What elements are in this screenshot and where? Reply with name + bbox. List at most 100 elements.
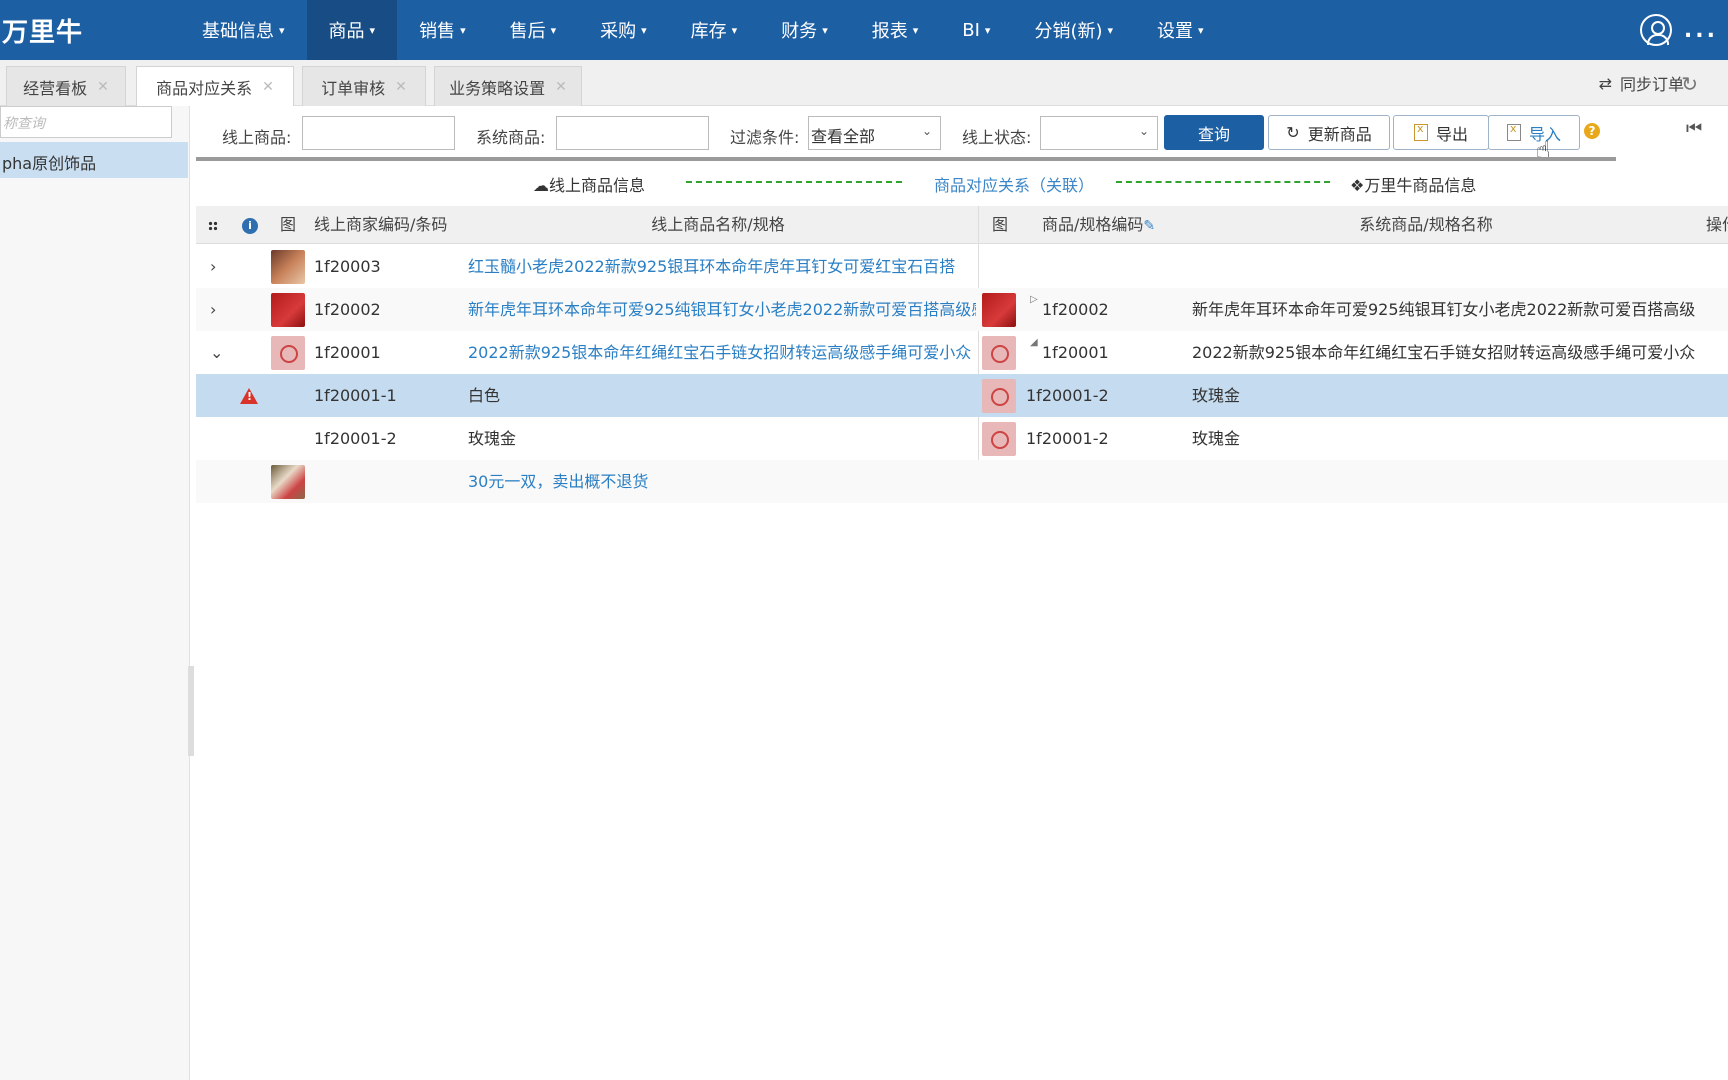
sync-orders-button[interactable]: ⇄ 同步订单 bbox=[1599, 60, 1684, 106]
filter-select[interactable]: 查看全部 ⌄ bbox=[808, 116, 941, 150]
app-logo: 万里牛 bbox=[2, 17, 84, 48]
close-icon[interactable]: ✕ bbox=[395, 79, 407, 95]
tab-business-strategy[interactable]: 业务策略设置 ✕ bbox=[434, 66, 582, 106]
loading-bar bbox=[196, 157, 1616, 161]
col-image-2: 图 bbox=[992, 215, 1009, 234]
shop-search-input[interactable]: 称查询 bbox=[0, 106, 172, 138]
system-name-cell: 玫瑰金 bbox=[1192, 386, 1241, 405]
chevron-down-icon: ⌄ bbox=[1138, 124, 1149, 138]
chevron-down-icon: ▾ bbox=[279, 23, 285, 37]
table-row[interactable]: ⌄ 1f20001 2022新款925银本命年红绳红宝石手链女招财转运高级感手绳… bbox=[196, 331, 1728, 374]
triangle-right-icon: ▷ bbox=[1030, 294, 1038, 305]
online-product-input[interactable] bbox=[302, 116, 455, 150]
system-product-input[interactable] bbox=[556, 116, 709, 150]
table-row[interactable]: › 1f20002 新年虎年耳环本命年可爱925纯银耳钉女小老虎2022新款可爱… bbox=[196, 288, 1728, 331]
refresh-icon: ↻ bbox=[1286, 123, 1300, 142]
chevron-down-icon: ⌄ bbox=[921, 124, 932, 138]
online-status-label: 线上状态: bbox=[962, 128, 1032, 147]
table-row[interactable]: › 1f20003 红玉髓小老虎2022新款925银耳环本命年虎年耳钉女可爱红宝… bbox=[196, 245, 1728, 288]
excel-file-icon bbox=[1413, 122, 1428, 141]
grid-header: i 图 线上商家编码/条码 线上商品名称/规格 图 商品/规格编码✎ 系统商品/… bbox=[196, 206, 1728, 244]
user-avatar-icon[interactable] bbox=[1639, 14, 1672, 46]
tab-order-review[interactable]: 订单审核 ✕ bbox=[302, 66, 426, 106]
col-operation: 操作 bbox=[1706, 215, 1728, 234]
edit-pencil-icon[interactable]: ✎ bbox=[1143, 218, 1155, 234]
query-button[interactable]: 查询 bbox=[1164, 115, 1264, 150]
col-system-name[interactable]: 系统商品/规格名称 bbox=[1186, 206, 1666, 244]
chevron-down-icon: ▾ bbox=[550, 23, 557, 37]
nav-finance[interactable]: 财务 ▾ bbox=[759, 0, 850, 60]
close-icon[interactable]: ✕ bbox=[97, 79, 109, 95]
table-row-selected[interactable]: ! 1f20001-1 白色 1f20001-2 玫瑰金 bbox=[196, 374, 1728, 417]
online-name-link[interactable]: 红玉髓小老虎2022新款925银耳环本命年虎年耳钉女可爱红宝石百搭 bbox=[468, 245, 976, 288]
collapse-icon[interactable]: ⌄ bbox=[210, 331, 223, 374]
import-button[interactable]: 导入 bbox=[1488, 115, 1580, 150]
table-row[interactable]: 30元一双，卖出概不退货 bbox=[196, 460, 1728, 503]
chevron-down-icon: ▾ bbox=[460, 23, 466, 37]
system-name-cell: 玫瑰金 bbox=[1192, 429, 1241, 448]
top-nav: 万里牛 基础信息 ▾ 商品 ▾ 销售 ▾ 售后 ▾ 采购 ▾ 库存 ▾ 财务 ▾ 报表 ▾ BI… bbox=[0, 0, 1728, 60]
chevron-down-icon: ▾ bbox=[369, 23, 376, 37]
col-online-name[interactable]: 线上商品名称/规格 bbox=[462, 206, 974, 244]
sync-icon: ⇄ bbox=[1598, 73, 1612, 93]
online-name-link[interactable]: 30元一双，卖出概不退货 bbox=[468, 460, 976, 503]
expand-icon[interactable]: › bbox=[210, 245, 216, 288]
expand-icon[interactable]: › bbox=[210, 288, 216, 331]
chevron-down-icon: ▾ bbox=[641, 23, 647, 37]
more-menu-icon[interactable]: ... bbox=[1684, 18, 1718, 43]
close-icon[interactable]: ✕ bbox=[555, 79, 567, 95]
update-products-button[interactable]: ↻ 更新商品 bbox=[1268, 115, 1390, 150]
online-code-cell: 1f20001-2 bbox=[314, 429, 397, 448]
product-thumbnail bbox=[271, 293, 305, 327]
product-thumbnail bbox=[271, 336, 305, 370]
sku-cell: 1f20001-2 bbox=[1026, 429, 1109, 448]
dashed-divider bbox=[1116, 181, 1330, 183]
online-spec-cell: 白色 bbox=[468, 386, 501, 405]
chevron-down-icon: ▾ bbox=[822, 23, 828, 37]
col-online-code[interactable]: 线上商家编码/条码 bbox=[314, 206, 447, 244]
sku-cell: 1f20001-2 bbox=[1026, 386, 1109, 405]
chevron-down-icon: ▾ bbox=[912, 23, 919, 37]
refresh-icon[interactable]: ↻ bbox=[1681, 72, 1698, 96]
nav-bi[interactable]: BI ▾ bbox=[940, 0, 1012, 60]
nav-distribution[interactable]: 分销(新) ▾ bbox=[1012, 0, 1135, 60]
chevron-down-icon: ▾ bbox=[1107, 23, 1114, 37]
online-name-link[interactable]: 2022新款925银本命年红绳红宝石手链女招财转运高级感手绳可爱小众 bbox=[468, 331, 976, 374]
col-sku[interactable]: 商品/规格编码✎ bbox=[1042, 206, 1155, 244]
wln-product-info-heading: ❖万里牛商品信息 bbox=[1350, 176, 1477, 195]
nav-purchase[interactable]: 采购 ▾ bbox=[578, 0, 669, 60]
cloud-icon: ☁ bbox=[533, 176, 549, 195]
nav-inventory[interactable]: 库存 ▾ bbox=[669, 0, 760, 60]
product-thumbnail bbox=[271, 250, 305, 284]
col-image: 图 bbox=[280, 215, 297, 234]
nav-sales[interactable]: 销售 ▾ bbox=[397, 0, 488, 60]
export-button[interactable]: 导出 bbox=[1393, 115, 1489, 150]
nav-settings[interactable]: 设置 ▾ bbox=[1135, 0, 1226, 60]
tab-product-mapping[interactable]: 商品对应关系 ✕ bbox=[136, 66, 294, 106]
sidebar-item-shop[interactable]: pha原创饰品 bbox=[0, 142, 188, 178]
online-product-info-heading: ☁线上商品信息 bbox=[533, 176, 646, 195]
system-thumbnail bbox=[982, 422, 1016, 456]
online-code-cell: 1f20002 bbox=[314, 300, 381, 319]
online-name-link[interactable]: 新年虎年耳环本命年可爱925纯银耳钉女小老虎2022新款可爱百搭高级感 bbox=[468, 288, 976, 331]
tab-dashboard[interactable]: 经营看板 ✕ bbox=[6, 66, 126, 106]
online-code-cell: 1f20001-1 bbox=[314, 386, 397, 405]
nav-goods[interactable]: 商品 ▾ bbox=[306, 0, 398, 60]
column-settings-icon[interactable] bbox=[208, 206, 218, 244]
nav-after-sales[interactable]: 售后 ▾ bbox=[488, 0, 579, 60]
table-row[interactable]: 1f20001-2 玫瑰金 1f20001-2 玫瑰金 bbox=[196, 417, 1728, 460]
online-status-select[interactable]: ⌄ bbox=[1040, 116, 1158, 150]
help-icon[interactable]: ? bbox=[1584, 123, 1600, 139]
close-icon[interactable]: ✕ bbox=[262, 79, 274, 95]
chevron-down-icon: ▾ bbox=[984, 23, 991, 37]
mapping-relation-heading: 商品对应关系（关联） bbox=[934, 176, 1095, 195]
nav-reports[interactable]: 报表 ▾ bbox=[850, 0, 941, 60]
sku-cell: 1f20002 bbox=[1042, 300, 1109, 319]
nav-basic-info[interactable]: 基础信息 ▾ bbox=[180, 0, 307, 60]
filter-label: 过滤条件: bbox=[730, 128, 800, 147]
system-thumbnail bbox=[982, 293, 1016, 327]
sidebar: 称查询 pha原创饰品 bbox=[0, 106, 194, 1080]
sidebar-splitter[interactable] bbox=[188, 666, 194, 756]
dashed-divider bbox=[686, 181, 902, 183]
first-page-icon[interactable]: ⏮ bbox=[1686, 118, 1702, 139]
